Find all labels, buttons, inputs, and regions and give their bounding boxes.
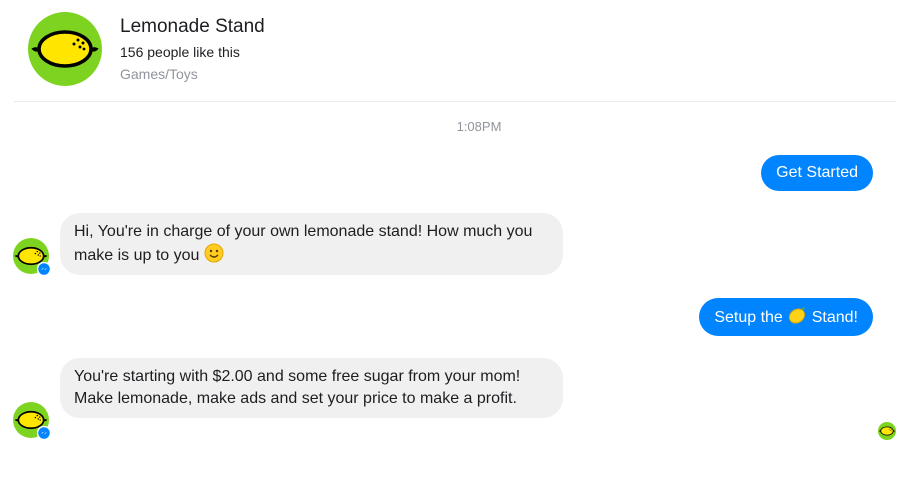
lemon-icon (878, 422, 896, 440)
message-text: Hi, You're in charge of your own lemonad… (74, 223, 533, 264)
lemon-icon[interactable] (28, 12, 102, 86)
incoming-message: You're starting with $2.00 and some free… (60, 358, 563, 418)
message-text: Setup the (714, 309, 783, 326)
smiley-emoji-icon (204, 243, 224, 263)
incoming-message: Hi, You're in charge of your own lemonad… (60, 213, 563, 275)
messenger-icon (37, 262, 51, 276)
page-likes: 156 people like this (120, 44, 240, 60)
bot-avatar[interactable] (13, 402, 51, 440)
page-category: Games/Toys (120, 66, 198, 82)
lemon-emoji-icon (789, 307, 806, 324)
outgoing-message-setup-stand[interactable]: Setup the Stand! (699, 298, 873, 336)
message-text: Stand! (811, 309, 858, 326)
page-header: Lemonade Stand 156 people like this Game… (0, 0, 900, 102)
messenger-icon (37, 426, 51, 440)
page-name[interactable]: Lemonade Stand (120, 16, 265, 38)
outgoing-message-get-started[interactable]: Get Started (761, 155, 873, 191)
seen-indicator (878, 422, 896, 440)
header-divider (14, 101, 896, 102)
bot-avatar[interactable] (13, 238, 51, 276)
message-timestamp: 1:08PM (456, 119, 502, 134)
